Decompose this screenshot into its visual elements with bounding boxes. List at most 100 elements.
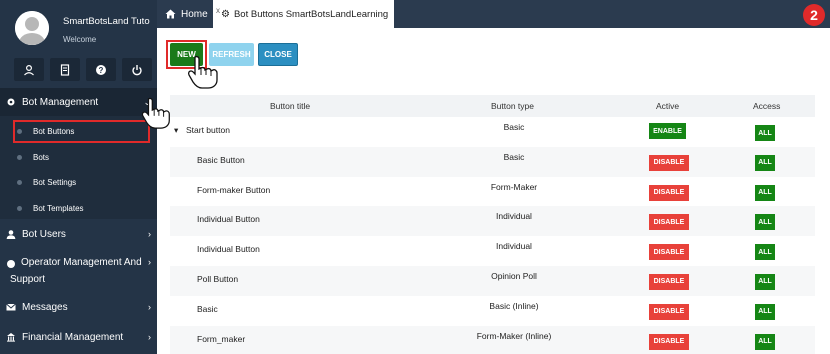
menu-messages[interactable]: Messages › (0, 293, 157, 321)
access-badge[interactable]: ALL (755, 333, 775, 350)
bot-buttons-table: Button title Button type Active Access ▾… (170, 95, 815, 354)
access-badge[interactable]: ALL (755, 244, 775, 261)
gear-icon: ⚙ (221, 8, 230, 20)
menu-bot-users[interactable]: Bot Users › (0, 220, 157, 248)
chevron-right-icon: › (148, 229, 151, 239)
button-title-cell: Form-maker Button (197, 184, 271, 195)
header-active: Active (656, 101, 680, 111)
submenu-label: Bots (33, 152, 50, 162)
submenu-label: Bot Templates (33, 203, 84, 213)
access-badge[interactable]: ALL (755, 154, 775, 171)
menu-bot-management[interactable]: Bot Management ⌄ (0, 88, 157, 116)
active-status-button[interactable]: DISABLE (649, 333, 689, 350)
button-title-cell: Poll Button (197, 273, 239, 284)
button-type-cell: Form-Maker (490, 181, 538, 192)
tab-bar: Home x ⚙ Bot Buttons SmartBotsLandLearni… (157, 0, 830, 28)
bullet-icon (17, 154, 22, 160)
table-row[interactable]: Poll Button Opinion Poll DISABLE ALL (170, 265, 815, 296)
menu-label: Bot Users (22, 228, 66, 240)
button-type-cell: Basic (503, 122, 525, 132)
active-status-button[interactable]: DISABLE (649, 154, 689, 171)
button-type-cell: Individual (496, 211, 532, 222)
highlight-frame (13, 120, 150, 143)
submenu-label: Bot Settings (33, 177, 77, 187)
menu-label-continued: Support (10, 274, 46, 285)
tab-home[interactable]: Home (157, 0, 213, 28)
active-status-button[interactable]: DISABLE (649, 184, 689, 201)
button-title-cell: Basic Button (197, 154, 245, 165)
button-type-cell: Individual (496, 241, 532, 252)
access-badge[interactable]: ALL (755, 273, 775, 290)
access-badge[interactable]: ALL (755, 214, 775, 231)
gear-icon (7, 98, 15, 106)
submenu-item-bots[interactable]: Bots (0, 146, 157, 168)
table-row[interactable]: Individual Button Individual DISABLE ALL (170, 236, 815, 266)
avatar (15, 11, 49, 45)
chevron-right-icon: › (148, 302, 151, 312)
button-title-cell: Start button (186, 125, 230, 135)
tab-label: Home (181, 8, 208, 20)
users-icon (6, 230, 16, 239)
table-row[interactable]: Basic Button Basic DISABLE ALL (170, 146, 815, 177)
button-title-cell: Basic (197, 303, 218, 314)
table-row[interactable]: ▾ Start button Basic ENABLE ALL (170, 117, 815, 147)
profile-welcome: Welcome (63, 35, 97, 44)
access-badge[interactable]: ALL (755, 184, 775, 201)
bank-icon (7, 333, 15, 342)
bullet-icon (17, 179, 22, 185)
menu-operator-management[interactable]: Operator Management And Support › (0, 252, 157, 290)
header-access: Access (753, 101, 781, 111)
button-type-cell: Basic (Inline) (489, 300, 539, 311)
access-badge[interactable]: ALL (755, 303, 775, 320)
document-icon[interactable] (50, 58, 80, 81)
menu-label: Messages (22, 301, 68, 313)
sidebar: SmartBotsLand Tuto Welcome ? Bot Managem… (0, 0, 157, 354)
power-icon[interactable] (122, 58, 152, 81)
button-title-cell: Individual Button (197, 214, 260, 225)
table-row[interactable]: Form-maker Button Form-Maker DISABLE ALL (170, 177, 815, 207)
button-type-cell: Form-Maker (Inline) (476, 330, 552, 341)
tab-bot-buttons[interactable]: x ⚙ Bot Buttons SmartBotsLandLearning (213, 0, 394, 28)
tab-label: Bot Buttons SmartBotsLandLearning (233, 8, 389, 20)
hand-cursor-icon (141, 97, 170, 129)
profile-icons: ? (14, 58, 152, 81)
table-row[interactable]: Basic Basic (Inline) DISABLE ALL (170, 296, 815, 326)
menu-label: Financial Management (22, 331, 124, 343)
chevron-right-icon: › (148, 332, 151, 342)
hand-cursor-icon (187, 55, 218, 89)
active-status-button[interactable]: ENABLE (649, 123, 686, 139)
button-title-cell: Individual Button (197, 244, 260, 255)
access-badge[interactable]: ALL (755, 125, 775, 141)
home-icon (165, 9, 176, 19)
menu-label: Bot Management (22, 96, 99, 108)
header-button-title: Button title (270, 101, 311, 111)
table-header: Button title Button type Active Access (170, 95, 815, 117)
active-status-button[interactable]: DISABLE (649, 214, 689, 231)
close-tab-icon[interactable]: x (216, 6, 220, 15)
submenu-item-bot-settings[interactable]: Bot Settings (0, 171, 157, 193)
envelope-icon (6, 303, 16, 311)
close-button[interactable]: CLOSE (258, 43, 298, 66)
profile-panel: SmartBotsLand Tuto Welcome ? (0, 0, 157, 90)
headset-icon (7, 260, 15, 268)
help-icon[interactable]: ? (86, 58, 116, 81)
table-row[interactable]: Individual Button Individual DISABLE ALL (170, 206, 815, 237)
submenu-item-bot-templates[interactable]: Bot Templates (0, 197, 157, 219)
step-badge: 2 (803, 4, 825, 26)
active-status-button[interactable]: DISABLE (649, 303, 689, 320)
button-type-cell: Opinion Poll (491, 270, 537, 281)
active-status-button[interactable]: DISABLE (649, 273, 689, 290)
active-status-button[interactable]: DISABLE (649, 244, 689, 261)
expand-caret-icon[interactable]: ▾ (174, 125, 178, 136)
button-title-cell: Form_maker (197, 333, 246, 344)
menu-financial-management[interactable]: Financial Management › (0, 323, 157, 351)
bullet-icon (17, 205, 22, 211)
menu-label: Operator Management And (21, 257, 142, 268)
header-button-type: Button type (491, 101, 535, 111)
svg-text:?: ? (99, 66, 104, 75)
button-type-cell: Basic (503, 151, 525, 162)
chevron-right-icon: › (148, 257, 151, 267)
user-icon[interactable] (14, 58, 44, 81)
table-row[interactable]: Form_maker Form-Maker (Inline) DISABLE ALL (170, 325, 815, 354)
profile-name: SmartBotsLand Tuto (63, 16, 150, 27)
